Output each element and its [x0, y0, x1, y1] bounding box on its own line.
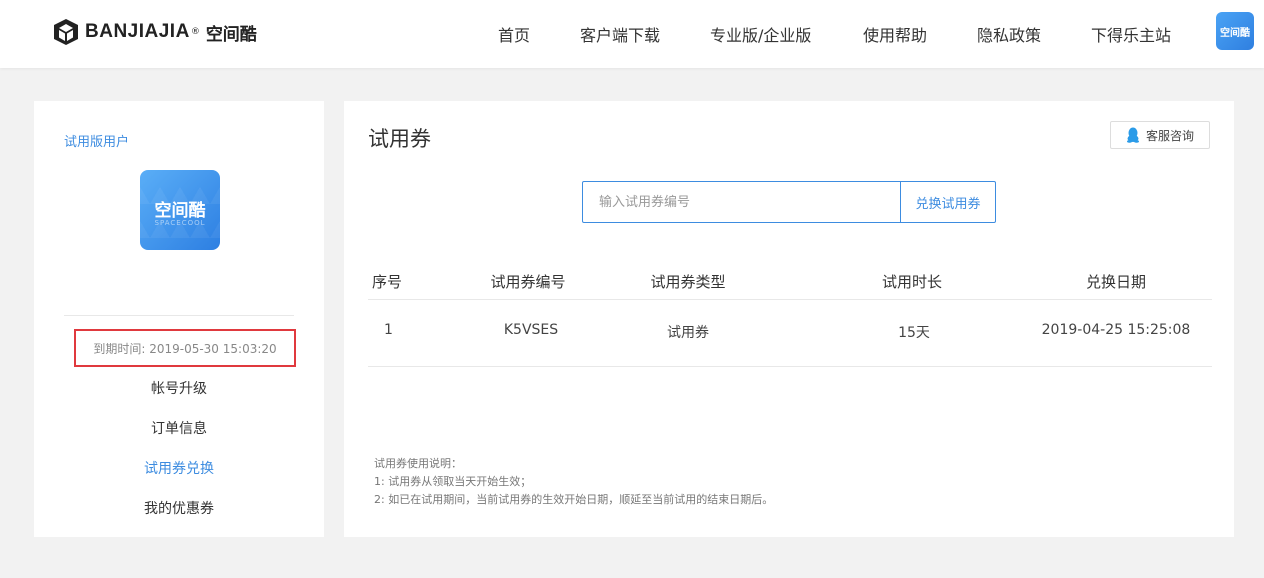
header-index: 序号 [372, 273, 403, 291]
header-coupon-code: 试用券编号 [490, 273, 566, 291]
notes-line-2: 2: 如已在试用期间，当前试用券的生效开始日期，顺延至当前试用的结束日期后。 [374, 493, 774, 506]
cell-redeem-date: 2019-04-25 15:25:08 [1041, 322, 1191, 338]
notes-title: 试用券使用说明： [374, 457, 462, 470]
expiry-time: 到期时间: 2019-05-30 15:03:20 [74, 329, 296, 367]
nav-client-download[interactable]: 客户端下载 [580, 22, 660, 46]
coupon-code-input[interactable] [583, 182, 900, 222]
customer-service-button[interactable]: 客服咨询 [1110, 121, 1210, 149]
customer-service-label: 客服咨询 [1145, 128, 1194, 143]
redeem-button[interactable]: 兑换试用券 [900, 182, 995, 222]
header-coupon-type: 试用券类型 [650, 273, 726, 291]
nav-help[interactable]: 使用帮助 [863, 22, 927, 46]
cube-logo-icon [54, 19, 78, 45]
cell-duration: 15天 [898, 325, 930, 341]
avatar-title: 空间酷 [154, 201, 206, 221]
header-duration: 试用时长 [881, 273, 943, 291]
brand-logo[interactable]: BANJIAJIA ® 空间酷 [53, 17, 257, 47]
qq-penguin-icon [1126, 127, 1139, 143]
menu-account-upgrade[interactable]: 帐号升级 [34, 378, 324, 398]
usage-notes: 试用券使用说明： 1: 试用券从领取当天开始生效； 2: 如已在试用期间，当前试… [374, 455, 773, 509]
menu-my-coupons[interactable]: 我的优惠券 [34, 498, 324, 518]
brand-name: BANJIAJIA [85, 21, 190, 42]
account-sidebar: 试用版用户 空间酷 SPACECOOL 到期时间: 2019-05-30 15:… [34, 101, 324, 537]
cell-index: 1 [384, 322, 393, 338]
redeem-form: 兑换试用券 [582, 181, 996, 223]
brand-name-cn: 空间酷 [205, 24, 257, 45]
divider [64, 315, 294, 316]
user-avatar[interactable]: 空间酷 [1216, 12, 1254, 50]
account-avatar: 空间酷 SPACECOOL [140, 170, 220, 250]
notes-line-1: 1: 试用券从领取当天开始生效； [374, 475, 532, 488]
nav-pro-enterprise[interactable]: 专业版/企业版 [710, 22, 811, 46]
cell-coupon-code: K5VSES [503, 322, 559, 338]
page-title: 试用券 [368, 127, 431, 151]
nav-privacy[interactable]: 隐私政策 [977, 22, 1041, 46]
header-redeem-date: 兑换日期 [1085, 273, 1147, 291]
top-header: BANJIAJIA ® 空间酷 首页 客户端下载 专业版/企业版 使用帮助 隐私政… [0, 0, 1264, 68]
cell-coupon-type: 试用券 [667, 325, 709, 341]
avatar-subtitle: SPACECOOL [154, 219, 206, 227]
menu-order-info[interactable]: 订单信息 [34, 418, 324, 438]
coupon-table: 序号 试用券编号 试用券类型 试用时长 兑换日期 1 K5VSES 试用券 15… [368, 259, 1212, 367]
registered-mark: ® [190, 27, 200, 37]
table-header-row: 序号 试用券编号 试用券类型 试用时长 兑换日期 [368, 259, 1212, 300]
nav-main-site[interactable]: 下得乐主站 [1091, 22, 1171, 46]
user-type-label: 试用版用户 [64, 135, 130, 150]
nav-home[interactable]: 首页 [498, 22, 530, 46]
menu-trial-redeem[interactable]: 试用券兑换 [34, 458, 324, 478]
main-content: 试用券 客服咨询 兑换试用券 序号 试用券编号 试用券类型 试用时长 兑换日期 … [344, 101, 1234, 537]
table-row: 1 K5VSES 试用券 15天 2019-04-25 15:25:08 [368, 300, 1212, 367]
